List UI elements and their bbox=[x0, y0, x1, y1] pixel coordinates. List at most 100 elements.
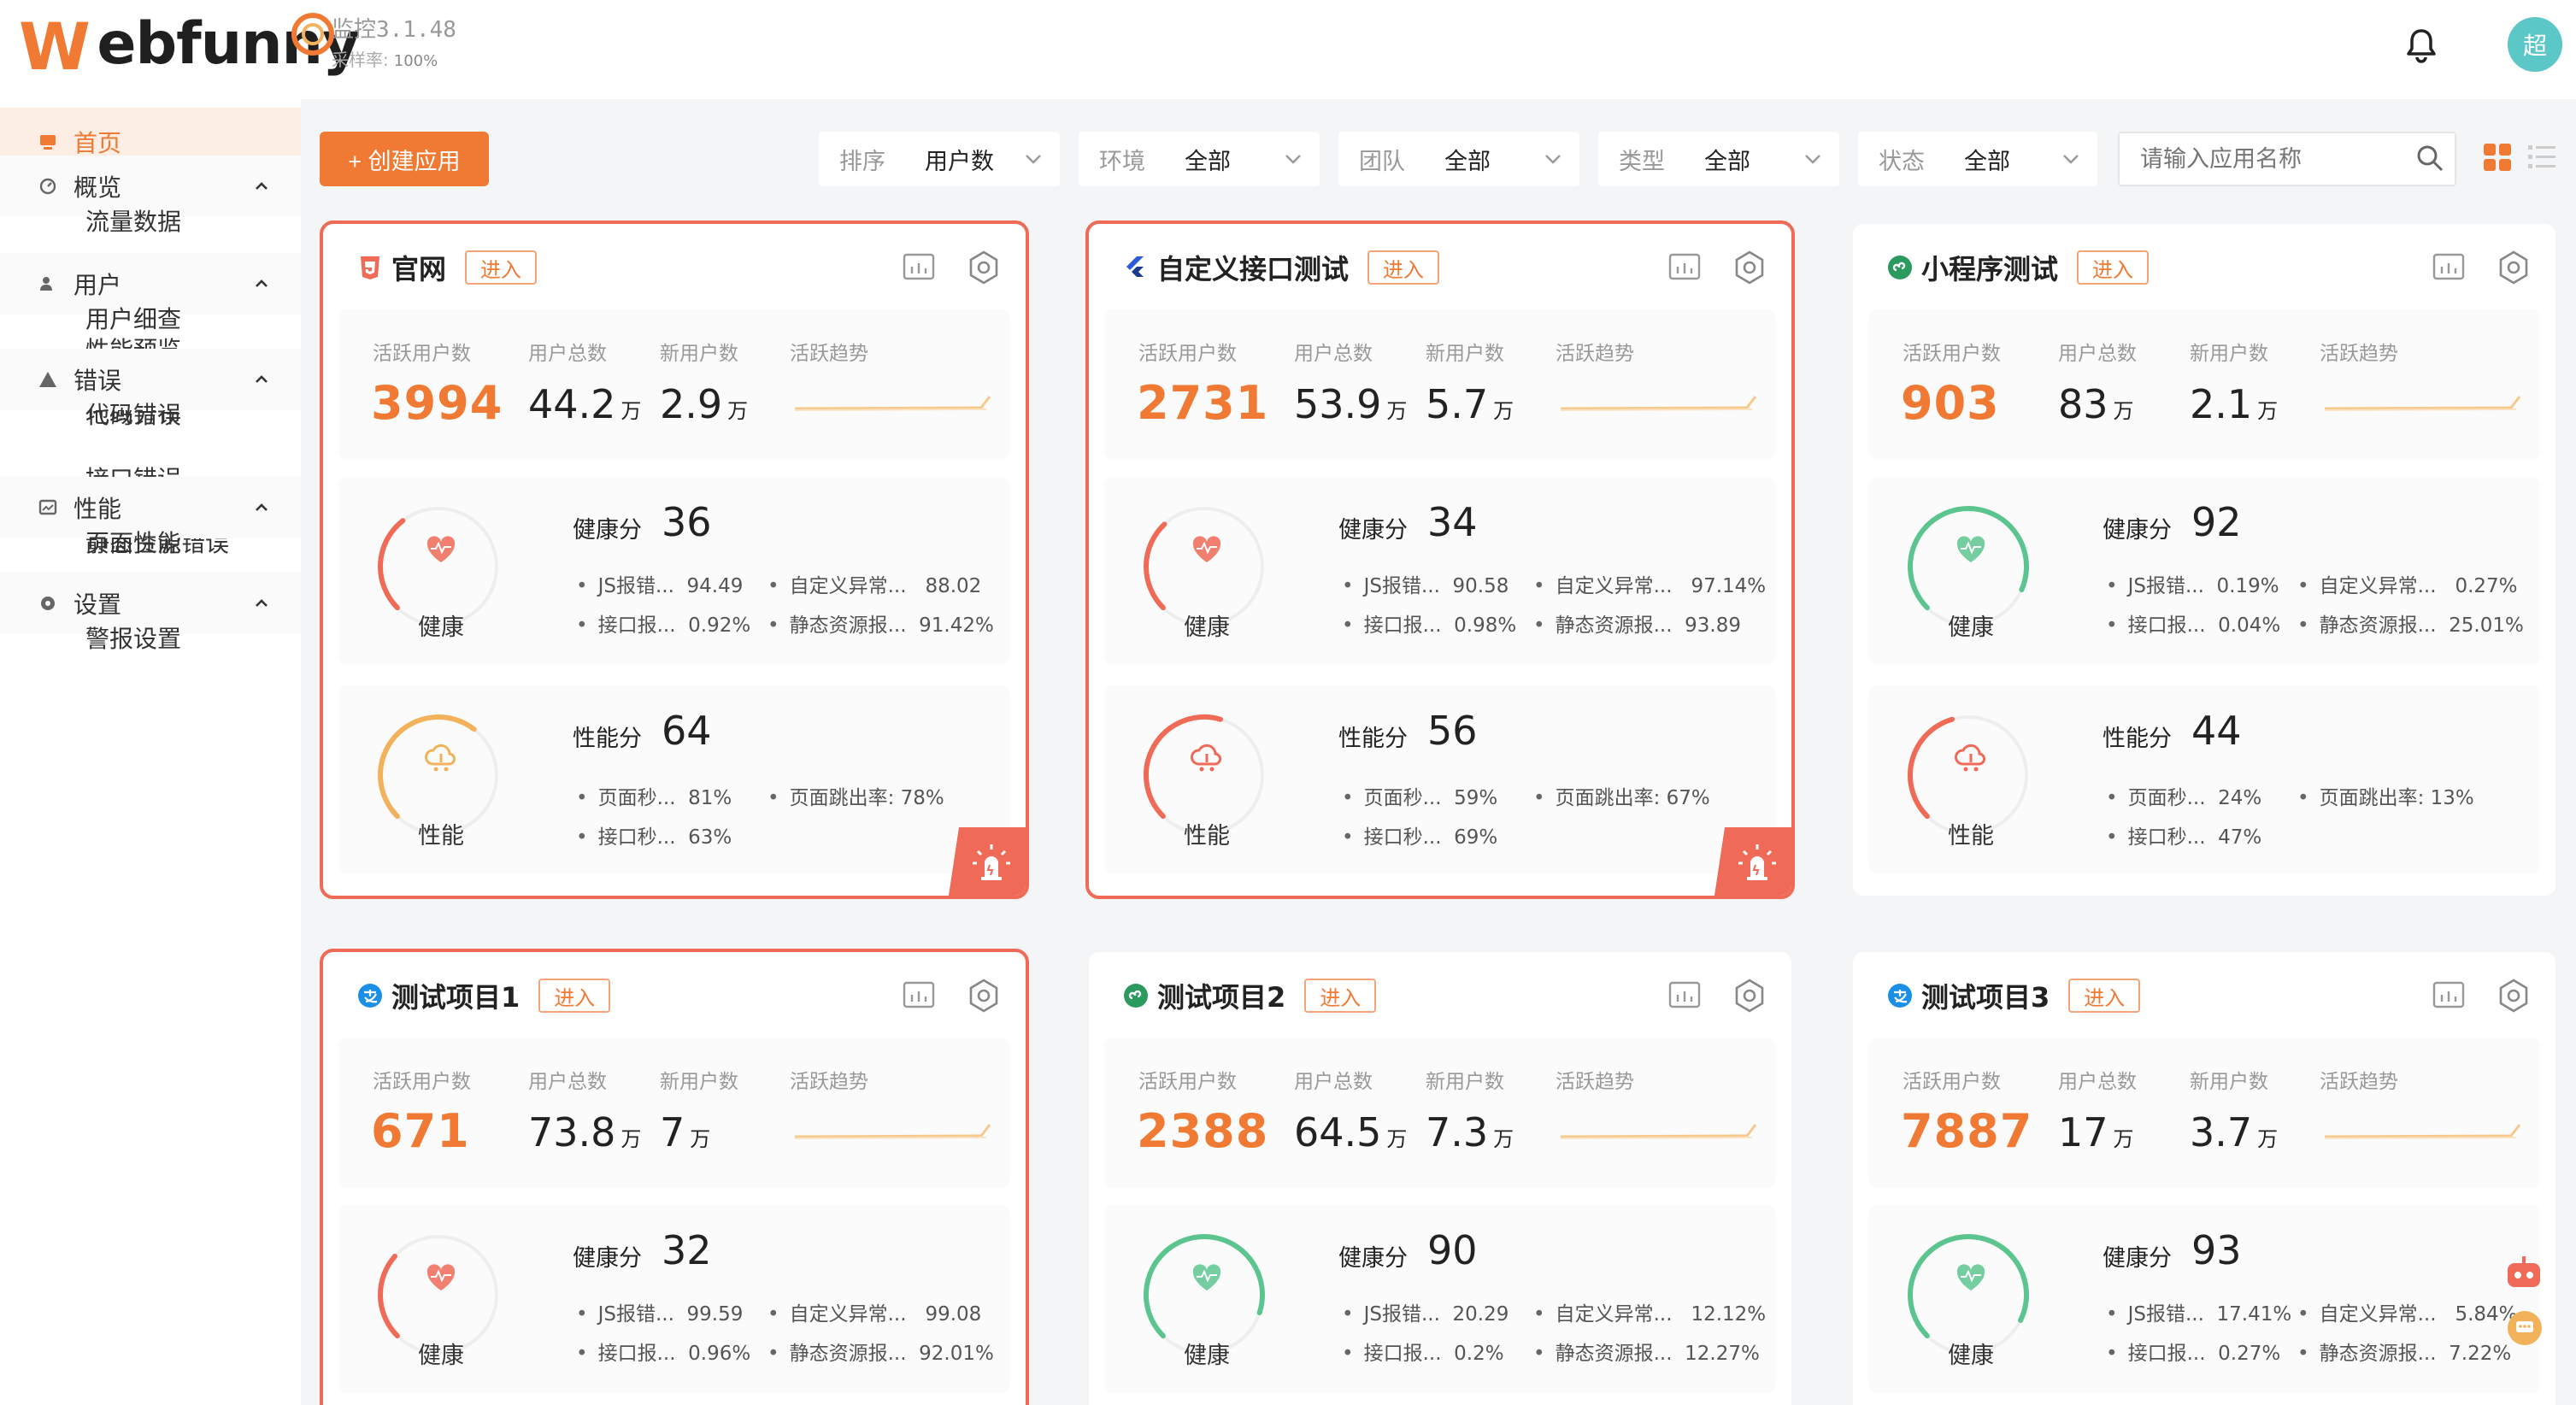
settings-icon[interactable] bbox=[2496, 250, 2532, 285]
metric-api-speed: 接口秒... 69% bbox=[1342, 820, 1498, 849]
chevron-up-icon[interactable] bbox=[253, 595, 270, 612]
trend-label: 活跃趋势 bbox=[2320, 343, 2398, 365]
metric-custom-error: 自定义异常... 12.12% bbox=[1533, 1297, 1767, 1326]
metric-api-error: 接口报... 0.98% bbox=[1342, 608, 1517, 638]
settings-icon[interactable] bbox=[966, 250, 1002, 285]
filter-select-1[interactable]: 环境 全部 bbox=[1079, 132, 1320, 186]
filter-select-3[interactable]: 类型 全部 bbox=[1598, 132, 1839, 186]
version-label: 监控3.1.48 bbox=[332, 17, 456, 43]
card-title: 测试项目2 进入 bbox=[1123, 974, 1377, 1017]
total-users-value: 44.2 万 bbox=[528, 381, 642, 427]
filter-select-0[interactable]: 排序 用户数 bbox=[819, 132, 1060, 186]
cloud-icon bbox=[1955, 744, 1985, 772]
bar-chart-icon[interactable] bbox=[1668, 253, 1701, 282]
sidebar-subitem[interactable]: 用户细查 bbox=[85, 301, 181, 335]
settings-icon[interactable] bbox=[1732, 978, 1767, 1014]
new-users-value: 7.3 万 bbox=[1426, 1109, 1514, 1155]
health-label: 健康 bbox=[1184, 614, 1230, 641]
heart-icon bbox=[1956, 1264, 1985, 1290]
bar-chart-icon[interactable] bbox=[2432, 253, 2465, 282]
enter-button[interactable]: 进入 bbox=[2068, 979, 2141, 1013]
alipay-icon bbox=[1888, 984, 1912, 1008]
active-users-label: 活跃用户数 bbox=[1138, 1071, 1237, 1093]
filter-value: 用户数 bbox=[925, 148, 994, 175]
active-users-label: 活跃用户数 bbox=[1903, 1071, 2001, 1093]
alarm-icon[interactable] bbox=[949, 827, 1026, 896]
active-users-label: 活跃用户数 bbox=[1138, 343, 1237, 365]
enter-button[interactable]: 进入 bbox=[2077, 250, 2150, 285]
html5-icon bbox=[361, 256, 379, 279]
enter-button[interactable]: 进入 bbox=[1367, 250, 1440, 285]
active-users-value: 903 bbox=[1901, 376, 2000, 430]
filter-label: 排序 bbox=[839, 148, 885, 175]
chat-icon[interactable] bbox=[2506, 1309, 2544, 1347]
filter-select-4[interactable]: 状态 全部 bbox=[1858, 132, 2097, 186]
create-app-button[interactable]: + 创建应用 bbox=[320, 132, 489, 186]
settings-icon[interactable] bbox=[2496, 978, 2532, 1014]
search-icon[interactable] bbox=[2415, 144, 2444, 173]
enter-button[interactable]: 进入 bbox=[538, 979, 611, 1013]
health-label: 健康 bbox=[1184, 1343, 1230, 1369]
sidebar-subitem[interactable]: 代码错误 bbox=[85, 397, 181, 431]
trend-label: 活跃趋势 bbox=[2320, 1071, 2398, 1093]
metric-api-speed: 接口秒... 63% bbox=[576, 820, 732, 849]
sidebar-subitem[interactable]: 流量数据 bbox=[85, 203, 181, 238]
app-search-input[interactable] bbox=[2118, 132, 2456, 186]
user-avatar[interactable]: 超 bbox=[2508, 17, 2562, 72]
trend-sparkline bbox=[2324, 396, 2521, 411]
new-users-label: 新用户数 bbox=[2190, 343, 2268, 365]
app-card[interactable]: 官网 进入 活跃用户数 用户总数 新用户数 活跃趋势 3994 44.2 万 2.9 万健康 健康分 3… bbox=[320, 220, 1029, 899]
bar-chart-icon[interactable] bbox=[1668, 981, 1701, 1010]
settings-icon[interactable] bbox=[966, 978, 1002, 1014]
bar-chart-icon[interactable] bbox=[903, 981, 935, 1010]
app-card[interactable]: 自定义接口测试 进入 活跃用户数 用户总数 新用户数 活跃趋势 2731 53.9 万 5.7 万健… bbox=[1085, 220, 1795, 899]
heart-icon bbox=[1192, 1264, 1221, 1290]
filter-select-2[interactable]: 团队 全部 bbox=[1338, 132, 1579, 186]
new-users-label: 新用户数 bbox=[660, 343, 738, 365]
metric-page-speed: 页面秒... 81% bbox=[576, 781, 732, 810]
new-users-label: 新用户数 bbox=[2190, 1071, 2268, 1093]
chevron-up-icon[interactable] bbox=[253, 178, 270, 195]
app-card[interactable]: 测试项目2 进入 活跃用户数 用户总数 新用户数 活跃趋势 2388 64.5 万 7.3 万健康健… bbox=[1085, 949, 1795, 1405]
cloud-icon bbox=[1191, 744, 1221, 772]
health-panel: 健康 健康分 93 JS报错... 17.41%自定义异常... 5.84% 接口报..… bbox=[1868, 1205, 2540, 1393]
chevron-up-icon[interactable] bbox=[253, 499, 270, 516]
metric-static-error: 静态资源报... 7.22% bbox=[2297, 1337, 2512, 1366]
card-title: 测试项目3 进入 bbox=[1887, 974, 2141, 1017]
app-card[interactable]: 小程序测试 进入 活跃用户数 用户总数 新用户数 活跃趋势 903 83 万 2.1 万健康 健康分 9… bbox=[1850, 220, 2559, 899]
performance-score-label: 性能分 bbox=[2103, 726, 2172, 752]
bar-chart-icon[interactable] bbox=[2432, 981, 2465, 1010]
enter-button[interactable]: 进入 bbox=[1304, 979, 1377, 1013]
active-users-label: 活跃用户数 bbox=[373, 343, 471, 365]
metric-bounce-rate: 页面跳出率: 13% bbox=[2297, 781, 2474, 810]
chevron-up-icon[interactable] bbox=[253, 371, 270, 388]
trend-label: 活跃趋势 bbox=[790, 1071, 868, 1093]
metric-custom-error: 自定义异常... 99.08 bbox=[768, 1297, 982, 1326]
sidebar-subitem[interactable]: 警报设置 bbox=[85, 620, 181, 655]
new-users-value: 7万 bbox=[660, 1109, 711, 1155]
chevron-down-icon bbox=[1285, 155, 1301, 164]
robot-icon[interactable] bbox=[2502, 1255, 2545, 1292]
active-users-value: 3994 bbox=[371, 376, 503, 430]
performance-score-label: 性能分 bbox=[1338, 726, 1408, 752]
grid-view-icon[interactable] bbox=[2482, 142, 2513, 173]
bar-chart-icon[interactable] bbox=[903, 253, 935, 282]
miniprogram-icon bbox=[1124, 984, 1148, 1008]
total-users-label: 用户总数 bbox=[1294, 1071, 1373, 1093]
total-users-label: 用户总数 bbox=[1294, 343, 1373, 365]
performance-panel: 性能 性能分 44 页面秒... 24% 页面跳出率: 13% 接口秒... 47% bbox=[1868, 685, 2540, 873]
chevron-up-icon[interactable] bbox=[253, 275, 270, 292]
metric-page-speed: 页面秒... 59% bbox=[1342, 781, 1498, 810]
app-card[interactable]: 测试项目3 进入 活跃用户数 用户总数 新用户数 活跃趋势 7887 17 万 3.7 万健康 健康分… bbox=[1850, 949, 2559, 1405]
settings-icon[interactable] bbox=[1732, 250, 1767, 285]
enter-button[interactable]: 进入 bbox=[465, 250, 538, 285]
metric-api-error: 接口报... 0.2% bbox=[1342, 1337, 1504, 1366]
bell-icon[interactable] bbox=[2400, 24, 2443, 67]
new-users-value: 2.1 万 bbox=[2190, 381, 2279, 427]
list-view-icon[interactable] bbox=[2526, 142, 2557, 173]
alarm-icon[interactable] bbox=[1714, 827, 1791, 896]
sidebar-subitem[interactable]: 页面性能 bbox=[85, 525, 181, 559]
health-score-label: 健康分 bbox=[573, 517, 642, 544]
app-card[interactable]: 测试项目1 进入 活跃用户数 用户总数 新用户数 活跃趋势 671 73.8 万 7 万健康 健康分 3… bbox=[320, 949, 1029, 1405]
webfunny-logo[interactable]: W ebfunny bbox=[19, 5, 360, 91]
